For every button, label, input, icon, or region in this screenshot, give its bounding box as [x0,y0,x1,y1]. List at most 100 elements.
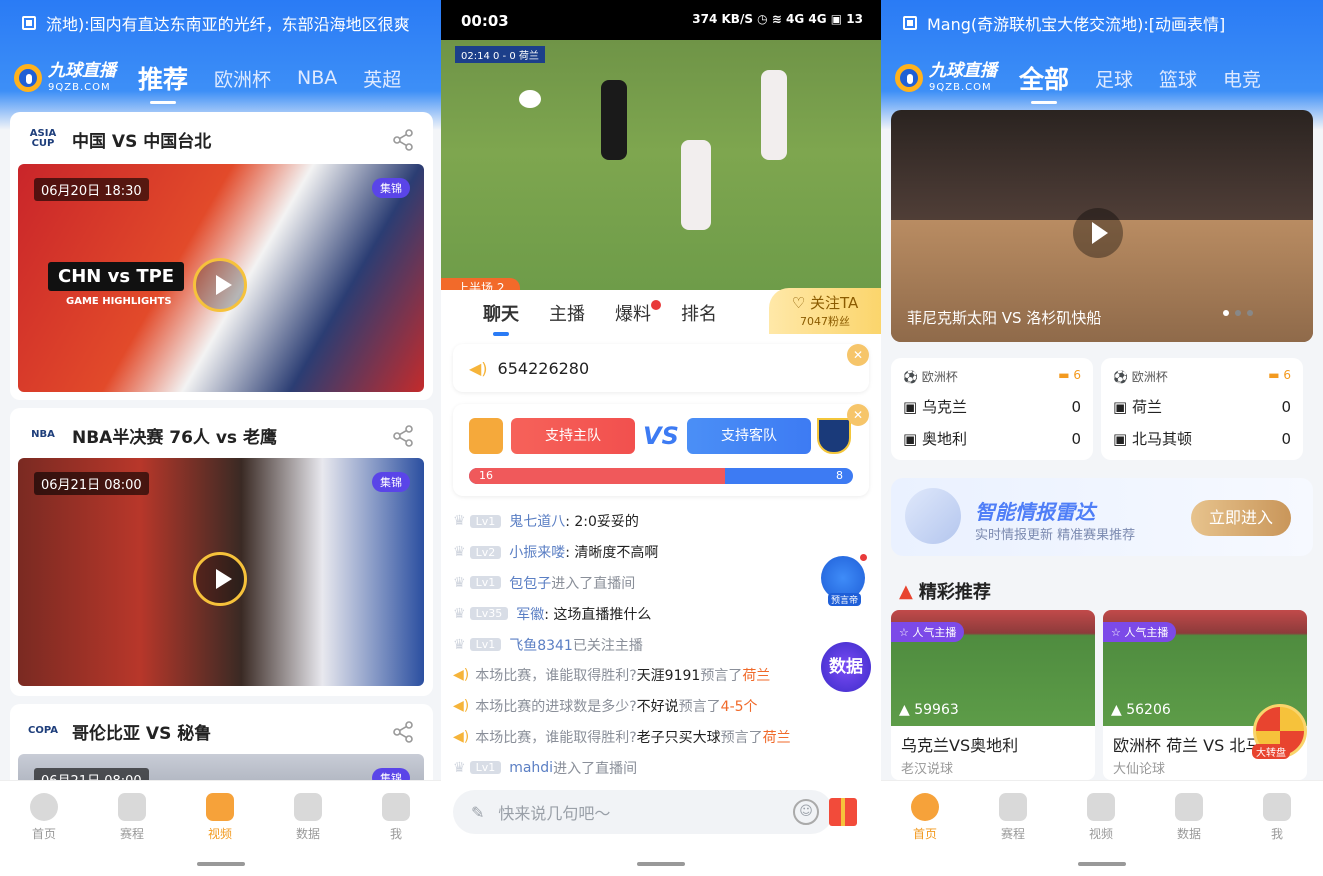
tab-news[interactable]: 爆料 [615,300,661,326]
notice-bar[interactable]: Mang(奇游联机宝大佬交流地):[动画表情] [903,12,1313,34]
tab-nba[interactable]: NBA [297,67,337,89]
crown-icon: ♛ [453,759,466,776]
tab-football[interactable]: 足球 [1095,65,1133,92]
popularity-count: ▲ 59963 [899,702,959,718]
tab-host[interactable]: 主播 [549,300,585,326]
username[interactable]: 飞鱼8341 [509,635,573,655]
tab-home[interactable]: 首页 [14,793,74,842]
home-team: ▣ 乌克兰 [903,398,967,416]
app-logo: 九球直播 9QZB.COM [895,63,997,93]
match-date: 06月20日 18:30 [34,178,149,201]
play-button[interactable] [193,552,247,606]
tab-home[interactable]: 首页 [895,793,955,842]
lucky-wheel-button[interactable]: 大转盘 [1252,704,1307,759]
away-score: 0 [1281,429,1291,448]
speaker-icon: ◀) [453,698,470,715]
tab-chat[interactable]: 聊天 [483,300,519,336]
home-team: ▣ 荷兰 [1113,398,1162,416]
status-bar: 00:03 374 KB/S ◷ ≋ 4G 4G ▣ 13 [441,0,881,40]
logo-icon [14,64,42,92]
notice-bar[interactable]: 流地):国内有直达东南亚的光纤，东部沿海地区很爽 [22,12,432,34]
tab-data[interactable]: 数据 [1159,793,1219,842]
support-home-button[interactable]: 支持主队 [511,418,635,454]
host-name: 老汉说球 [901,762,954,777]
recommend-card[interactable]: ☆ 人气主播 ▲ 59963 乌克兰VS奥地利 老汉说球 [891,610,1095,780]
match-card[interactable]: ⚽ 欧洲杯 ▬ 6 ▣ 乌克兰 0 ▣ 奥地利 0 [891,358,1093,460]
emoji-icon[interactable]: ☺ [793,799,819,825]
tab-all[interactable]: 全部 [1019,60,1069,104]
share-icon[interactable] [391,128,415,152]
username[interactable]: mahdi [509,760,553,776]
video-card[interactable]: ASIA CUP 中国 VS 中国台北 06月20日 18:30 集锦 CHN v… [10,112,433,400]
tab-me[interactable]: 我 [1247,793,1307,842]
tab-schedule[interactable]: 赛程 [102,793,162,842]
intel-radar-banner[interactable]: 智能情报雷达 实时情报更新 精准赛果推荐 立即进入 [891,478,1313,556]
tab-video[interactable]: 视频 [1071,793,1131,842]
matchup-overlay: CHN vs TPE [48,262,185,291]
trophy-icon [999,793,1027,821]
data-icon [294,793,322,821]
tab-schedule[interactable]: 赛程 [983,793,1043,842]
video-thumbnail[interactable]: 06月20日 18:30 集锦 CHN vs TPE GAME HIGHLIGH… [18,164,424,392]
enter-button[interactable]: 立即进入 [1191,500,1291,536]
announcement-card: ◀) 654226280 ✕ [453,344,869,392]
overlay-subtitle: GAME HIGHLIGHTS [66,296,172,307]
tab-me[interactable]: 我 [366,793,426,842]
close-icon[interactable]: ✕ [847,344,869,366]
tab-euro[interactable]: 欧洲杯 [214,65,271,92]
card-title: 中国 VS 中国台北 [72,131,212,152]
away-votes: 8 [836,469,843,482]
data-float-button[interactable]: 数据 [821,642,871,692]
home-score: 0 [1071,397,1081,416]
app-logo: 九球直播 9QZB.COM [14,63,116,93]
notification-dot [860,554,867,561]
tab-video[interactable]: 视频 [190,793,250,842]
support-away-button[interactable]: 支持客队 [687,418,811,454]
tab-data[interactable]: 数据 [278,793,338,842]
username[interactable]: 鬼七道八 [509,511,565,531]
username[interactable]: 军徽 [516,604,544,624]
top-nav: 九球直播 9QZB.COM 推荐 欧洲杯 NBA 英超 [14,58,439,104]
play-button[interactable] [1073,208,1123,258]
vote-home-fill [469,468,726,484]
play-button[interactable] [193,258,247,312]
tab-esports[interactable]: 电竞 [1223,65,1261,92]
trophy-icon [118,793,146,821]
chat-message: ◀) 本场比赛的进球数是多少? 不好说 预言了 4-5个 [453,698,758,716]
home-icon [30,793,58,821]
chat-message: ♛ Lv1 mahdi 进入了直播间 [453,752,869,783]
chat-input[interactable]: ✎ 快来说几句吧～ ☺ [453,790,833,834]
tab-epl[interactable]: 英超 [363,65,401,92]
username[interactable]: 包包子 [509,573,551,593]
match-card[interactable]: ⚽ 欧洲杯 ▬ 6 ▣ 荷兰 0 ▣ 北马其顿 0 [1101,358,1303,460]
hero-banner[interactable]: 菲尼克斯太阳 VS 洛杉矶快船 [891,110,1313,342]
tab-recommend[interactable]: 推荐 [138,60,188,104]
bottom-tab-bar: 首页 赛程 视频 数据 我 [881,780,1323,876]
gift-icon[interactable] [829,798,857,826]
message-text: : 清晰度不高啊 [565,545,659,562]
level-badge: Lv2 [469,545,502,559]
flame-icon: ▲ [899,580,913,602]
username[interactable]: 小振来喽 [509,542,565,562]
video-thumbnail[interactable]: 06月21日 08:00 集锦 [18,458,424,686]
league-name: ⚽ 欧洲杯 [1113,370,1168,384]
camera-count: ▬ 6 [1268,368,1291,382]
share-icon[interactable] [391,424,415,448]
close-icon[interactable]: ✕ [847,404,869,426]
live-video-player[interactable]: 02:14 0 - 0 荷兰 [441,40,881,290]
clock: 00:03 [461,12,509,30]
highlights-badge: 集锦 [372,472,410,492]
player-figure [601,80,627,160]
level-badge: Lv35 [469,607,509,621]
home-indicator [196,862,245,866]
tab-basketball[interactable]: 篮球 [1159,65,1197,92]
video-card[interactable]: NBA NBA半决赛 76人 vs 老鹰 06月21日 08:00 集锦 [10,408,433,696]
video-icon [206,793,234,821]
prophet-button[interactable]: 预言帝 [821,554,867,606]
chat-message: ♛ Lv35 军徽: 这场直播推什么 [453,598,869,629]
tab-ranking[interactable]: 排名 [681,300,717,326]
card-title: 哥伦比亚 VS 秘鲁 [72,723,212,744]
follow-button[interactable]: ♡ 关注TA 7047粉丝 [769,288,881,334]
crown-icon: ♛ [453,544,466,561]
share-icon[interactable] [391,720,415,744]
